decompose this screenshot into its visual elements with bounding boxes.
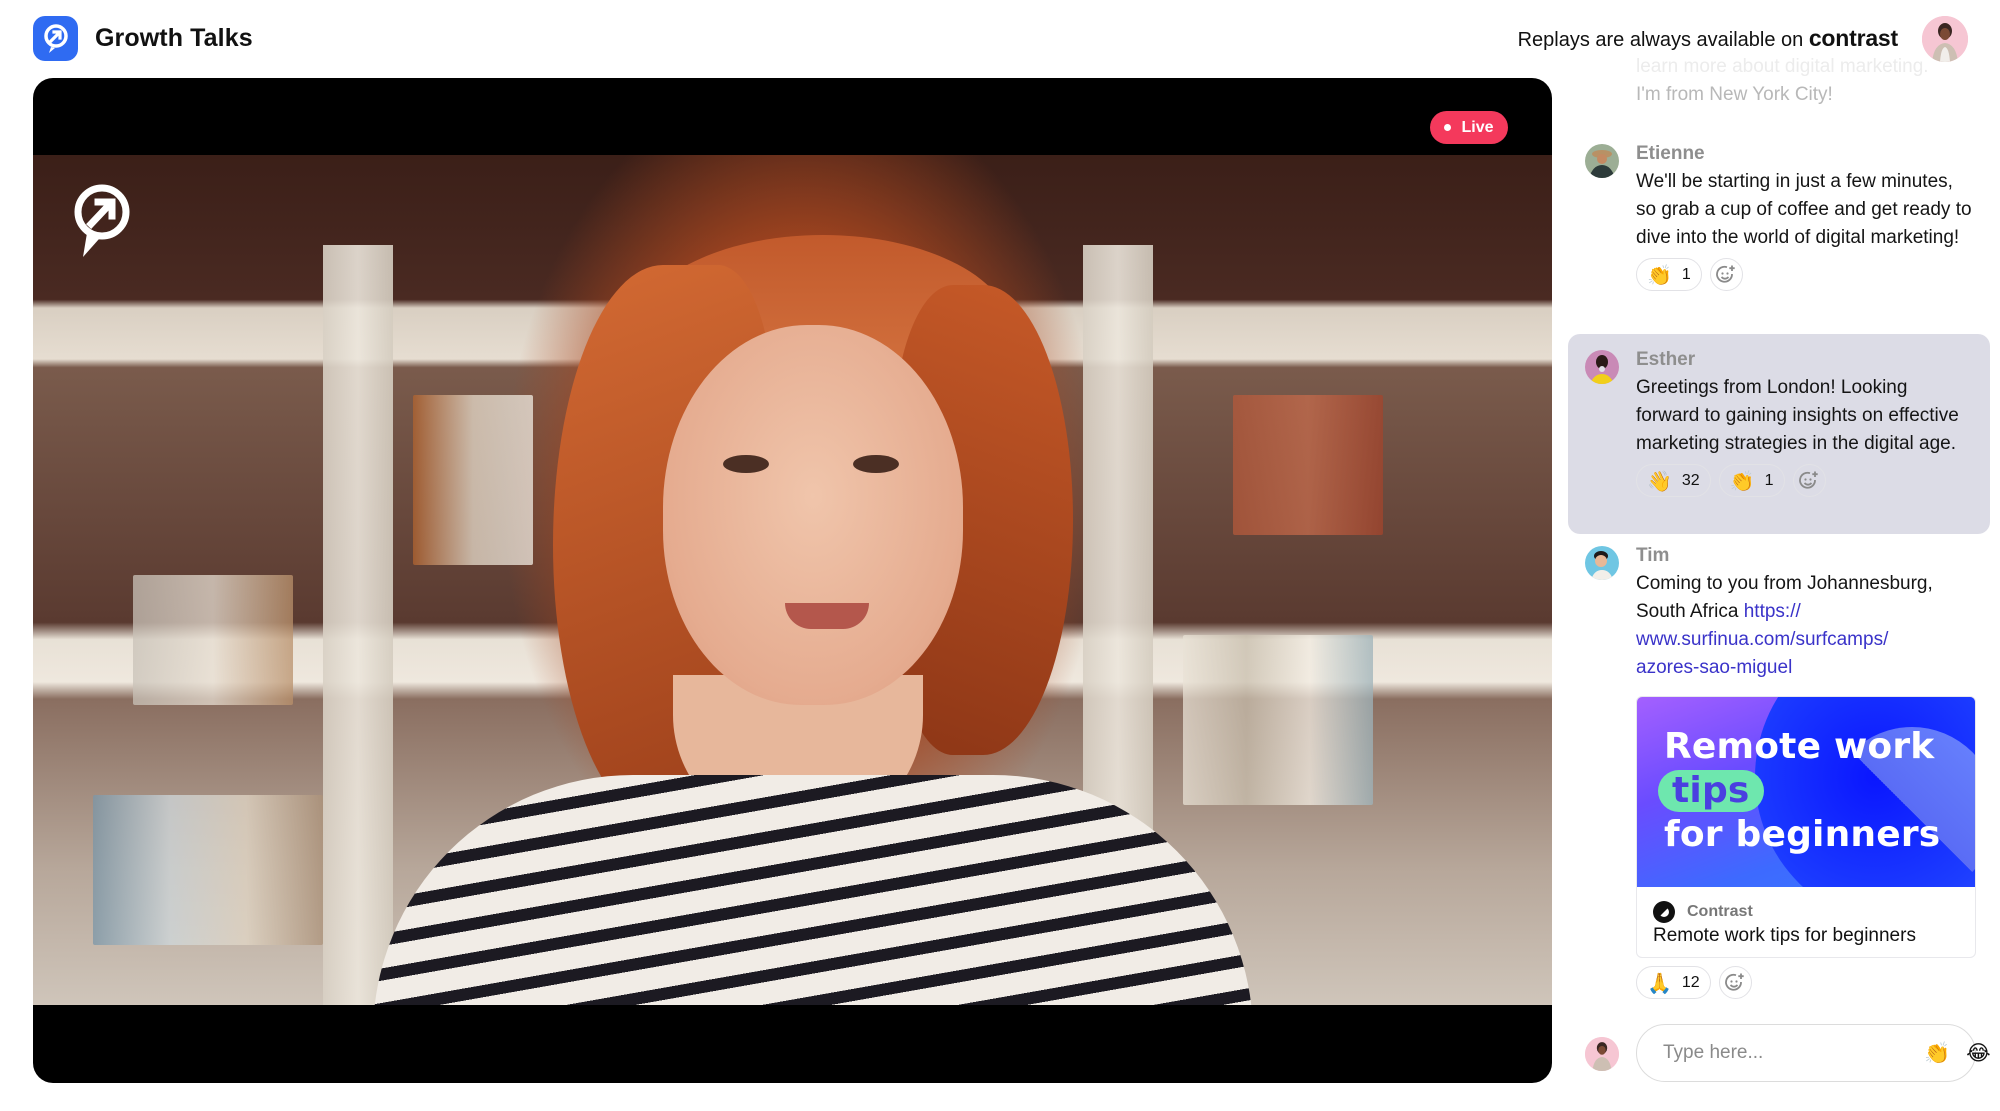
waving-hand-icon: 👋	[1647, 468, 1672, 493]
books-decor	[93, 795, 323, 945]
message-author: Etienne	[1636, 143, 1705, 164]
link-preview-card[interactable]: Remote work tips for beginners Contrast …	[1636, 696, 1976, 958]
folded-hands-icon: 🙏	[1647, 970, 1672, 995]
add-reaction-icon	[1799, 471, 1818, 489]
chat-message: Tim Coming to you from Johannesburg, Sou…	[1568, 542, 1990, 682]
app-title: Growth Talks	[95, 24, 253, 52]
avatar-tim[interactable]	[1585, 546, 1619, 580]
replay-note-text: Replays are always available on	[1517, 29, 1804, 51]
clapping-hands-icon: 👏	[1729, 468, 1755, 493]
link-part: azores-sao-miguel	[1636, 657, 1793, 678]
shelf-decor	[323, 245, 393, 1005]
add-reaction-icon	[1725, 973, 1744, 991]
message-text: Greetings from London! Looking forward t…	[1636, 377, 1959, 454]
presenter-eye	[723, 455, 769, 473]
reaction-waving-hand[interactable]: 👋 32	[1636, 464, 1711, 497]
avatar-esther-icon	[1585, 350, 1619, 384]
reaction-count: 1	[1681, 265, 1691, 283]
chat-composer: 👏 😂 🔥	[1636, 1024, 1991, 1082]
composer-user-avatar-icon	[1585, 1037, 1619, 1071]
chat-panel[interactable]: learn more about digital marketing. I'm …	[1568, 56, 2000, 1111]
faded-message-line: learn more about digital marketing.	[1636, 56, 1929, 77]
link-part: www.surfinua.com/surfcamps/	[1636, 629, 1889, 650]
quick-reaction-tears-of-joy[interactable]: 😂	[1966, 1041, 1991, 1065]
chat-message-input[interactable]	[1663, 1042, 1908, 1064]
books-decor	[413, 395, 533, 565]
presenter-eye	[853, 455, 899, 473]
avatar-esther[interactable]	[1585, 350, 1619, 384]
reaction-folded-hands[interactable]: 🙏 12	[1636, 966, 1711, 999]
chat-message-highlighted: Esther Greetings from London! Looking fo…	[1568, 334, 1990, 534]
clapping-hands-icon: 👏	[1647, 262, 1672, 287]
live-dot-icon	[1444, 124, 1452, 131]
link-preview-meta: Contrast	[1653, 901, 1753, 923]
headline-line: for beginners	[1664, 814, 1941, 855]
growth-talks-logo-icon	[43, 23, 68, 53]
message-author: Tim	[1636, 545, 1670, 566]
live-label: Live	[1461, 118, 1494, 136]
reaction-bar: 👏 1	[1636, 258, 1990, 292]
contrast-brand-link[interactable]: contrast	[1809, 25, 1898, 51]
contrast-source-icon	[1653, 901, 1675, 923]
reaction-bar: 👋 32 👏 1	[1636, 464, 1990, 498]
reaction-count: 32	[1681, 471, 1700, 489]
add-reaction-icon	[1716, 265, 1736, 283]
reaction-clapping-hands[interactable]: 👏 1	[1636, 258, 1702, 291]
headline-pill: tips	[1658, 770, 1764, 812]
growth-talks-logo[interactable]	[33, 16, 78, 61]
presenter-face	[663, 325, 963, 705]
replay-note: Replays are always available on contrast	[1517, 22, 1899, 56]
video-frame	[33, 155, 1552, 1005]
message-text: We'll be starting in just a few minutes,…	[1636, 171, 1972, 248]
brick-decor	[1233, 395, 1383, 535]
reaction-bar: 🙏 12	[1636, 966, 1752, 1000]
faded-message-line: I'm from New York City!	[1636, 84, 1833, 105]
growth-talks-watermark-icon	[74, 184, 130, 257]
add-reaction-button[interactable]	[1792, 464, 1826, 497]
link-preview-image: Remote work tips for beginners	[1637, 697, 1975, 887]
reaction-clapping-hands[interactable]: 👏 1	[1718, 464, 1785, 497]
message-text: Coming to you from Johannesburg, South A…	[1636, 570, 1976, 682]
quick-reaction-clapping-hands[interactable]: 👏	[1924, 1041, 1950, 1066]
presenter-mouth	[785, 603, 869, 629]
add-reaction-button[interactable]	[1709, 258, 1743, 291]
add-reaction-button[interactable]	[1718, 966, 1752, 999]
link-part: https://	[1743, 601, 1801, 622]
link-preview-title: Remote work tips for beginners	[1653, 925, 1916, 946]
avatar-etienne[interactable]	[1585, 144, 1619, 178]
books-decor	[133, 575, 293, 705]
link-preview-source: Contrast	[1687, 903, 1753, 920]
composer-user-avatar	[1585, 1037, 1619, 1071]
books-decor	[1183, 635, 1373, 805]
avatar-etienne-icon	[1585, 144, 1619, 178]
avatar-tim-icon	[1585, 546, 1619, 580]
headline-line: Remote work	[1664, 726, 1935, 767]
message-author: Esther	[1636, 349, 1696, 370]
reaction-count: 12	[1681, 973, 1700, 991]
faded-chat-message: learn more about digital marketing. I'm …	[1636, 56, 1976, 109]
reaction-count: 1	[1764, 471, 1774, 489]
chat-message: Etienne We'll be starting in just a few …	[1568, 140, 1990, 292]
presenter-shirt	[373, 775, 1253, 1005]
link-preview-headline: Remote work tips for beginners	[1658, 725, 1941, 857]
live-badge: Live	[1430, 111, 1508, 144]
video-player[interactable]: Live	[33, 78, 1552, 1083]
